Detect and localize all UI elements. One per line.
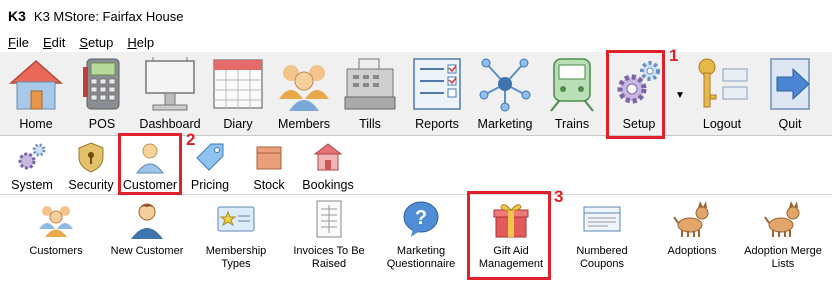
toolbar-quit-label: Quit bbox=[778, 117, 802, 131]
marketing-questionnaire-button[interactable]: ? Marketing Questionnaire bbox=[382, 195, 460, 292]
step-3-callout: 3 bbox=[554, 187, 564, 206]
cash-register-icon bbox=[344, 58, 396, 110]
menu-setup[interactable]: Setup bbox=[79, 35, 113, 50]
toolbar-marketing-label: Marketing bbox=[477, 117, 533, 131]
svg-text:?: ? bbox=[415, 207, 427, 229]
tab-stock[interactable]: Stock bbox=[246, 136, 292, 194]
step-1-callout: 1 bbox=[669, 46, 679, 65]
question-bubble-icon: ? bbox=[403, 201, 439, 237]
dog-icon bbox=[673, 201, 709, 237]
adoptions-button[interactable]: Adoptions bbox=[656, 195, 728, 292]
box-icon bbox=[256, 146, 282, 170]
invoices-to-be-raised-label: Invoices To Be Raised bbox=[293, 245, 365, 270]
invoice-icon bbox=[316, 200, 342, 238]
toolbar-quit-button[interactable]: Quit bbox=[758, 52, 822, 135]
window-title: K3 MStore: Fairfax House bbox=[33, 8, 184, 24]
checklist-report-icon bbox=[413, 58, 461, 110]
exit-arrow-icon bbox=[770, 58, 810, 110]
toolbar-diary-label: Diary bbox=[223, 117, 253, 131]
tab-pricing-label: Pricing bbox=[190, 178, 230, 192]
menu-setup-label: etup bbox=[88, 34, 114, 50]
customers-button[interactable]: Customers bbox=[18, 195, 94, 292]
tab-bookings[interactable]: Bookings bbox=[300, 136, 356, 194]
toolbar-trains-label: Trains bbox=[554, 117, 590, 131]
tab-system[interactable]: System bbox=[8, 136, 56, 194]
new-customer-button[interactable]: New Customer bbox=[106, 195, 188, 292]
house-icon bbox=[9, 60, 63, 110]
numbered-coupons-button[interactable]: Numbered Coupons bbox=[564, 195, 640, 292]
toolbar-marketing-button[interactable]: Marketing bbox=[472, 52, 538, 135]
toolbar-home-label: Home bbox=[19, 117, 53, 131]
marketing-questionnaire-label: Marketing Questionnaire bbox=[386, 245, 456, 270]
customers-label: Customers bbox=[29, 245, 83, 257]
building-icon bbox=[313, 143, 343, 171]
customer-content-panel: Customers New Customer Membership Types … bbox=[0, 195, 832, 292]
tab-security-label: Security bbox=[68, 178, 114, 192]
menu-file-accel: F bbox=[8, 34, 16, 50]
menu-help-label: elp bbox=[136, 34, 155, 50]
menu-file-label: ile bbox=[15, 34, 29, 50]
person-add-icon bbox=[131, 203, 163, 239]
shield-lock-icon bbox=[78, 142, 104, 173]
gears-icon bbox=[18, 143, 46, 170]
membership-card-icon bbox=[217, 206, 255, 232]
toolbar-members-label: Members bbox=[277, 117, 331, 131]
setup-highlight-box bbox=[606, 50, 665, 139]
membership-types-button[interactable]: Membership Types bbox=[196, 195, 276, 292]
toolbar-reports-button[interactable]: Reports bbox=[405, 52, 469, 135]
adoption-merge-lists-label: Adoption Merge Lists bbox=[744, 245, 822, 270]
people-group-icon bbox=[39, 206, 73, 237]
tab-security[interactable]: Security bbox=[66, 136, 116, 194]
toolbar-home-button[interactable]: Home bbox=[4, 52, 68, 135]
gift-aid-highlight-box bbox=[467, 191, 551, 280]
menu-edit-label: dit bbox=[51, 34, 66, 50]
tab-bookings-label: Bookings bbox=[302, 178, 354, 192]
numbered-coupons-label: Numbered Coupons bbox=[576, 245, 628, 270]
toolbar-members-button[interactable]: Members bbox=[272, 52, 336, 135]
toolbar-pos-button[interactable]: POS bbox=[70, 52, 134, 135]
tab-system-label: System bbox=[11, 178, 53, 192]
toolbar-dashboard-button[interactable]: Dashboard bbox=[137, 52, 203, 135]
customer-highlight-box bbox=[118, 133, 182, 195]
menu-help-accel: H bbox=[127, 34, 137, 50]
calendar-icon bbox=[213, 59, 263, 109]
tab-stock-label: Stock bbox=[253, 178, 285, 192]
price-tag-icon bbox=[196, 143, 224, 171]
billboard-icon bbox=[145, 57, 195, 111]
menu-bar: File Edit Setup Help bbox=[0, 32, 832, 52]
pos-terminal-icon bbox=[83, 58, 120, 110]
toolbar-logout-label: Logout bbox=[702, 117, 742, 131]
new-customer-label: New Customer bbox=[110, 245, 184, 257]
step-2-callout: 2 bbox=[186, 130, 196, 149]
dog-icon bbox=[764, 201, 800, 237]
invoices-to-be-raised-button[interactable]: Invoices To Be Raised bbox=[286, 195, 372, 292]
network-icon bbox=[479, 58, 531, 112]
main-toolbar: Home POS Dashboard Diary Members Tills R… bbox=[0, 52, 832, 136]
toolbar-reports-label: Reports bbox=[415, 117, 459, 131]
toolbar-pos-label: POS bbox=[88, 117, 116, 131]
people-group-icon bbox=[279, 65, 329, 111]
menu-help[interactable]: Help bbox=[127, 35, 154, 50]
toolbar-logout-button[interactable]: Logout bbox=[688, 52, 756, 135]
toolbar-tills-label: Tills bbox=[359, 117, 381, 131]
train-icon bbox=[550, 58, 594, 112]
app-logo: K3 bbox=[8, 8, 26, 24]
toolbar-tills-button[interactable]: Tills bbox=[338, 52, 402, 135]
menu-edit-accel: E bbox=[42, 34, 52, 50]
adoptions-label: Adoptions bbox=[667, 245, 717, 257]
dropdown-triangle-icon[interactable]: ▼ bbox=[675, 90, 685, 101]
menu-file[interactable]: File bbox=[8, 35, 29, 50]
key-icon bbox=[698, 58, 748, 108]
menu-edit[interactable]: Edit bbox=[43, 35, 65, 50]
adoption-merge-lists-button[interactable]: Adoption Merge Lists bbox=[736, 195, 830, 292]
title-bar: K3 K3 MStore: Fairfax House bbox=[0, 0, 832, 32]
toolbar-dashboard-label: Dashboard bbox=[139, 117, 201, 131]
menu-setup-accel: S bbox=[79, 34, 89, 50]
toolbar-diary-button[interactable]: Diary bbox=[207, 52, 269, 135]
membership-types-label: Membership Types bbox=[205, 245, 267, 270]
coupon-icon bbox=[583, 206, 621, 232]
toolbar-trains-button[interactable]: Trains bbox=[540, 52, 604, 135]
